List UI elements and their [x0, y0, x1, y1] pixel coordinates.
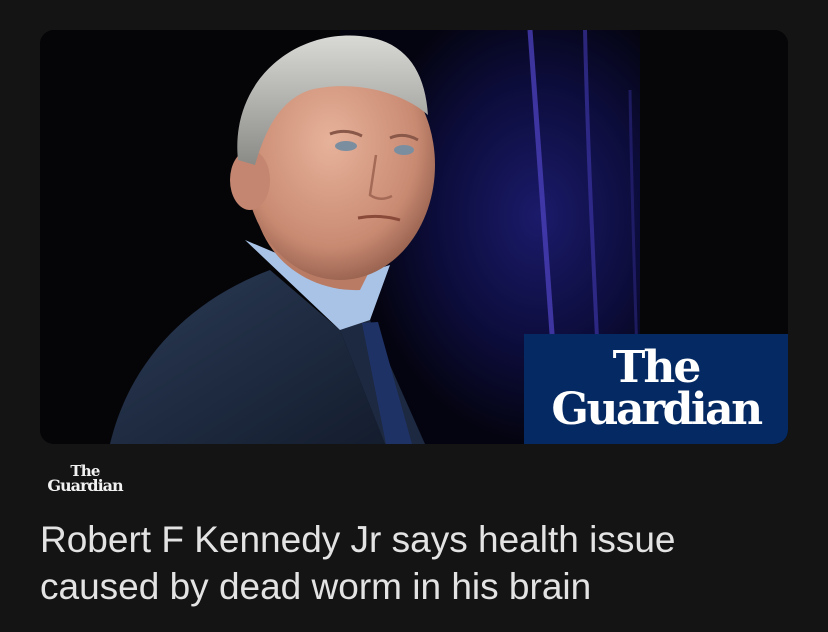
guardian-logo-badge: The Guardian — [524, 334, 788, 444]
article-image[interactable]: The Guardian — [40, 30, 788, 444]
badge-logo-line2: Guardian — [551, 384, 763, 435]
source-logo-line2: Guardian — [47, 476, 123, 496]
article-headline[interactable]: Robert F Kennedy Jr says health issue ca… — [40, 516, 800, 610]
news-article-card[interactable]: The Guardian The Guardian Robert F Kenne… — [0, 0, 828, 632]
source-logo: The Guardian — [40, 463, 130, 496]
